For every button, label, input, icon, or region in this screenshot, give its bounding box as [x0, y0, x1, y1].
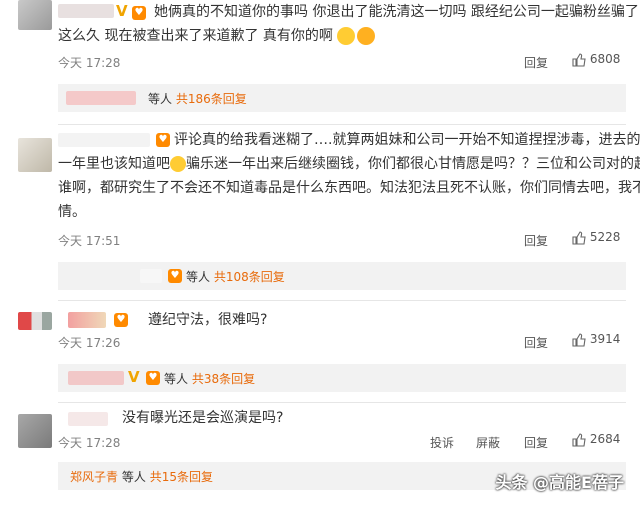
avatar[interactable] — [18, 312, 52, 330]
like-count: 2684 — [589, 432, 621, 446]
block-button[interactable]: 屏蔽 — [476, 434, 500, 451]
more-replies-link[interactable]: 共108条回复 — [214, 270, 285, 284]
report-button[interactable]: 投诉 — [430, 434, 454, 451]
thumb-up-icon — [572, 52, 586, 67]
comment-text-line: 谁啊，都研究生了不会还不知道毒品是什么东西吧。知法犯法且死不认账，你们同情去吧，… — [58, 180, 640, 196]
like-button[interactable]: 6808 — [572, 52, 620, 67]
reply-user-blurred — [68, 371, 124, 385]
reply-button[interactable]: 回复 — [524, 334, 548, 351]
divider — [58, 402, 626, 403]
more-prefix: 等人 — [148, 92, 173, 106]
comment-time: 今天 17:51 — [58, 234, 121, 248]
username-blurred[interactable] — [68, 412, 108, 426]
comment-time: 今天 17:26 — [58, 336, 121, 350]
more-replies-link[interactable]: 共38条回复 — [192, 372, 255, 386]
thumb-up-icon — [572, 230, 586, 245]
emoji-icon — [357, 27, 376, 45]
comment-text: 遵纪守法，很难吗? — [148, 312, 268, 328]
more-prefix: 等人 — [164, 372, 189, 386]
comment-text-line: 评论真的给我看迷糊了….就算两姐妹和公司一开始不知道捏捏涉毒，进去的 — [174, 132, 640, 148]
fan-badge-icon: ♥ — [168, 269, 182, 283]
watermark: 头条 @高能E蓓子 — [495, 473, 624, 492]
avatar[interactable] — [18, 138, 52, 172]
fan-badge-icon: ♥ — [146, 371, 160, 385]
like-count: 5228 — [589, 230, 621, 244]
more-replies-link[interactable]: 共15条回复 — [150, 470, 213, 484]
divider — [58, 300, 626, 301]
comment-text-line: 情。 — [58, 204, 86, 220]
replies-preview[interactable]: 等人 共186条回复 — [58, 84, 626, 112]
more-prefix: 等人 — [121, 470, 146, 484]
like-count: 3914 — [589, 332, 621, 346]
reply-user-name[interactable]: 郑风子青 — [70, 470, 118, 484]
reply-user-blurred — [66, 91, 136, 105]
emoji-icon — [337, 27, 356, 45]
reply-button[interactable]: 回复 — [524, 54, 548, 71]
avatar[interactable] — [18, 414, 52, 448]
divider — [58, 124, 626, 125]
more-replies-link[interactable]: 共186条回复 — [176, 92, 247, 106]
comment-text-line: 她俩真的不知道你的事吗 你退出了能洗清这一切吗 跟经纪公司一起骗粉丝骗了 — [154, 4, 639, 20]
like-button[interactable]: 3914 — [572, 332, 620, 347]
replies-preview[interactable]: V ♥ 等人 共38条回复 — [58, 364, 626, 392]
like-count: 6808 — [589, 52, 621, 66]
reply-user-blurred — [140, 269, 162, 283]
comment-text-line: 一年里也该知道吧 — [58, 156, 170, 172]
comment-time: 今天 17:28 — [58, 56, 121, 70]
fan-badge-icon: ♥ — [114, 313, 128, 327]
thumb-up-icon — [572, 332, 586, 347]
avatar[interactable] — [18, 0, 52, 30]
comment-text-line: 这么久 现在被查出来了来道歉了 真有你的啊 — [58, 28, 333, 44]
more-prefix: 等人 — [186, 270, 211, 284]
like-button[interactable]: 5228 — [572, 230, 620, 245]
reply-button[interactable]: 回复 — [524, 232, 548, 249]
reply-button[interactable]: 回复 — [524, 434, 548, 451]
like-button[interactable]: 2684 — [572, 432, 620, 447]
replies-preview[interactable]: ♥ 等人 共108条回复 — [58, 262, 626, 290]
username-blurred[interactable] — [68, 312, 106, 328]
emoji-icon — [170, 156, 186, 172]
comment-text-line: 骗乐迷一年出来后继续圈钱，你们都很心甘情愿是吗？？三位和公司对的起 — [186, 156, 640, 172]
comment-text: 评论真的给我看迷糊了….就算两姐妹和公司一开始不知道捏捏涉毒，进去的 一年里也该… — [58, 128, 640, 224]
verified-badge-icon: V — [128, 368, 140, 386]
comment-time: 今天 17:28 — [58, 436, 121, 450]
thumb-up-icon — [572, 432, 586, 447]
comment-text: 没有曝光还是会巡演是吗? — [122, 410, 284, 426]
comment-text: 她俩真的不知道你的事吗 你退出了能洗清这一切吗 跟经纪公司一起骗粉丝骗了 这么久… — [58, 0, 639, 48]
